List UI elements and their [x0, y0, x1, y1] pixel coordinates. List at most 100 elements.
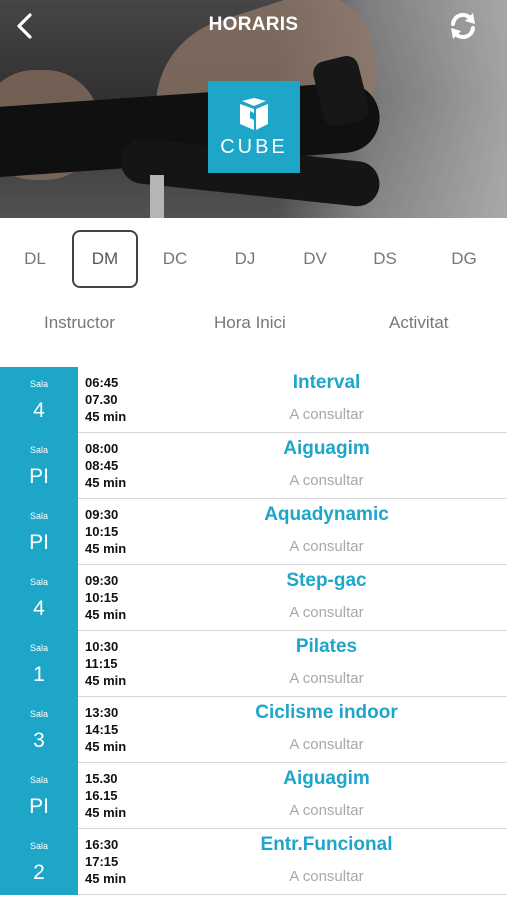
day-tab-dj[interactable]: DJ: [212, 230, 278, 288]
duration: 45 min: [85, 871, 127, 886]
start-time: 15.30: [85, 771, 118, 786]
instructor-name: A consultar: [289, 868, 364, 885]
sort-activity[interactable]: Activitat: [389, 313, 449, 333]
day-tab-dg[interactable]: DG: [431, 230, 497, 288]
duration: 45 min: [85, 409, 127, 424]
instructor-name: A consultar: [289, 736, 364, 753]
class-row[interactable]: Sala 3 13:30 14:15 45 min Ciclisme indoo…: [0, 697, 507, 763]
end-time: 10:15: [85, 590, 119, 605]
room-value: 4: [33, 399, 45, 422]
class-row[interactable]: Sala PI 09:30 10:15 45 min Aquadynamic A…: [0, 499, 507, 565]
page-title: HORARIS: [208, 14, 299, 35]
activity-name: Step-gac: [286, 570, 367, 591]
duration: 45 min: [85, 475, 127, 490]
instructor-name: A consultar: [289, 604, 364, 621]
room-label: Sala: [29, 841, 48, 851]
class-times: 16:30 17:15 45 min: [85, 836, 126, 887]
class-times: 13:30 14:15 45 min: [85, 704, 126, 755]
refresh-button[interactable]: [446, 9, 480, 43]
room-label: Sala: [29, 577, 48, 587]
room-label: Sala: [29, 445, 48, 455]
day-tab-dc[interactable]: DC: [142, 230, 208, 288]
start-time: 10:30: [85, 639, 119, 654]
room-badge: Sala PI: [0, 763, 78, 829]
start-time: 08:00: [85, 441, 119, 456]
duration: 45 min: [85, 739, 127, 754]
class-times: 08:00 08:45 45 min: [85, 440, 126, 491]
instructor-name: A consultar: [289, 538, 364, 555]
activity-name: Pilates: [295, 636, 358, 657]
class-times: 15.30 16.15 45 min: [85, 770, 126, 821]
end-time: 07.30: [85, 392, 118, 407]
day-selector: DL DM DC DJ DV DS DG: [0, 218, 507, 300]
room-value: 3: [33, 729, 45, 752]
class-row[interactable]: Sala 4 06:45 07.30 45 min Interval A con…: [0, 367, 507, 433]
room-label: Sala: [29, 775, 48, 785]
class-row[interactable]: Sala 2 16:30 17:15 45 min Entr.Funcional…: [0, 829, 507, 895]
activity-name: Aiguagim: [283, 768, 370, 789]
room-badge: Sala 4: [0, 367, 78, 433]
sort-instructor[interactable]: Instructor: [44, 313, 115, 333]
room-value: PI: [29, 795, 49, 818]
class-times: 10:30 11:15 45 min: [85, 638, 126, 689]
room-label: Sala: [29, 379, 48, 389]
instructor-name: A consultar: [289, 406, 364, 423]
class-row[interactable]: Sala 1 10:30 11:15 45 min Pilates A cons…: [0, 631, 507, 697]
end-time: 11:15: [85, 656, 118, 671]
class-times: 09:30 10:15 45 min: [85, 572, 126, 623]
start-time: 06:45: [85, 375, 119, 390]
end-time: 16.15: [85, 788, 118, 803]
top-bar: HORARIS: [0, 0, 507, 52]
room-value: 2: [33, 861, 45, 884]
sort-start-time[interactable]: Hora Inici: [214, 313, 286, 333]
instructor-name: A consultar: [289, 802, 364, 819]
activity-name: Ciclisme indoor: [255, 702, 398, 723]
end-time: 08:45: [85, 458, 119, 473]
refresh-icon: [451, 12, 475, 40]
activity-name: Entr.Funcional: [260, 834, 393, 855]
duration: 45 min: [85, 805, 127, 820]
room-badge: Sala 3: [0, 697, 78, 763]
room-badge: Sala 4: [0, 565, 78, 631]
room-value: 4: [33, 597, 45, 620]
column-headers: Instructor Hora Inici Activitat: [0, 300, 507, 346]
room-value: PI: [29, 531, 49, 554]
instructor-name: A consultar: [289, 472, 364, 489]
duration: 45 min: [85, 541, 127, 556]
room-badge: Sala PI: [0, 433, 78, 499]
cube-logo-icon: [240, 97, 268, 130]
duration: 45 min: [85, 607, 127, 622]
start-time: 13:30: [85, 705, 119, 720]
instructor-name: A consultar: [289, 670, 364, 687]
class-list: Sala 4 06:45 07.30 45 min Interval A con…: [0, 367, 507, 895]
class-row[interactable]: Sala PI 15.30 16.15 45 min Aiguagim A co…: [0, 763, 507, 829]
room-label: Sala: [29, 511, 48, 521]
class-times: 09:30 10:15 45 min: [85, 506, 126, 557]
logo-text: CUBE: [220, 135, 288, 158]
room-label: Sala: [29, 643, 48, 653]
class-row[interactable]: Sala PI 08:00 08:45 45 min Aiguagim A co…: [0, 433, 507, 499]
end-time: 17:15: [85, 854, 119, 869]
activity-name: Aquadynamic: [264, 504, 389, 525]
class-times: 06:45 07.30 45 min: [85, 374, 126, 425]
start-time: 09:30: [85, 507, 119, 522]
end-time: 14:15: [85, 722, 119, 737]
day-tab-dl[interactable]: DL: [2, 230, 68, 288]
day-tab-dv[interactable]: DV: [282, 230, 348, 288]
activity-name: Interval: [292, 372, 361, 393]
room-label: Sala: [29, 709, 48, 719]
day-tab-dm[interactable]: DM: [72, 230, 138, 288]
day-tab-ds[interactable]: DS: [352, 230, 418, 288]
room-badge: Sala 2: [0, 829, 78, 895]
start-time: 16:30: [85, 837, 119, 852]
room-value: 1: [33, 663, 45, 686]
end-time: 10:15: [85, 524, 119, 539]
room-badge: Sala 1: [0, 631, 78, 697]
room-badge: Sala PI: [0, 499, 78, 565]
cube-logo: CUBE: [208, 81, 300, 173]
duration: 45 min: [85, 673, 127, 688]
room-value: PI: [29, 465, 49, 488]
start-time: 09:30: [85, 573, 119, 588]
class-row[interactable]: Sala 4 09:30 10:15 45 min Step-gac A con…: [0, 565, 507, 631]
activity-name: Aiguagim: [283, 438, 370, 459]
